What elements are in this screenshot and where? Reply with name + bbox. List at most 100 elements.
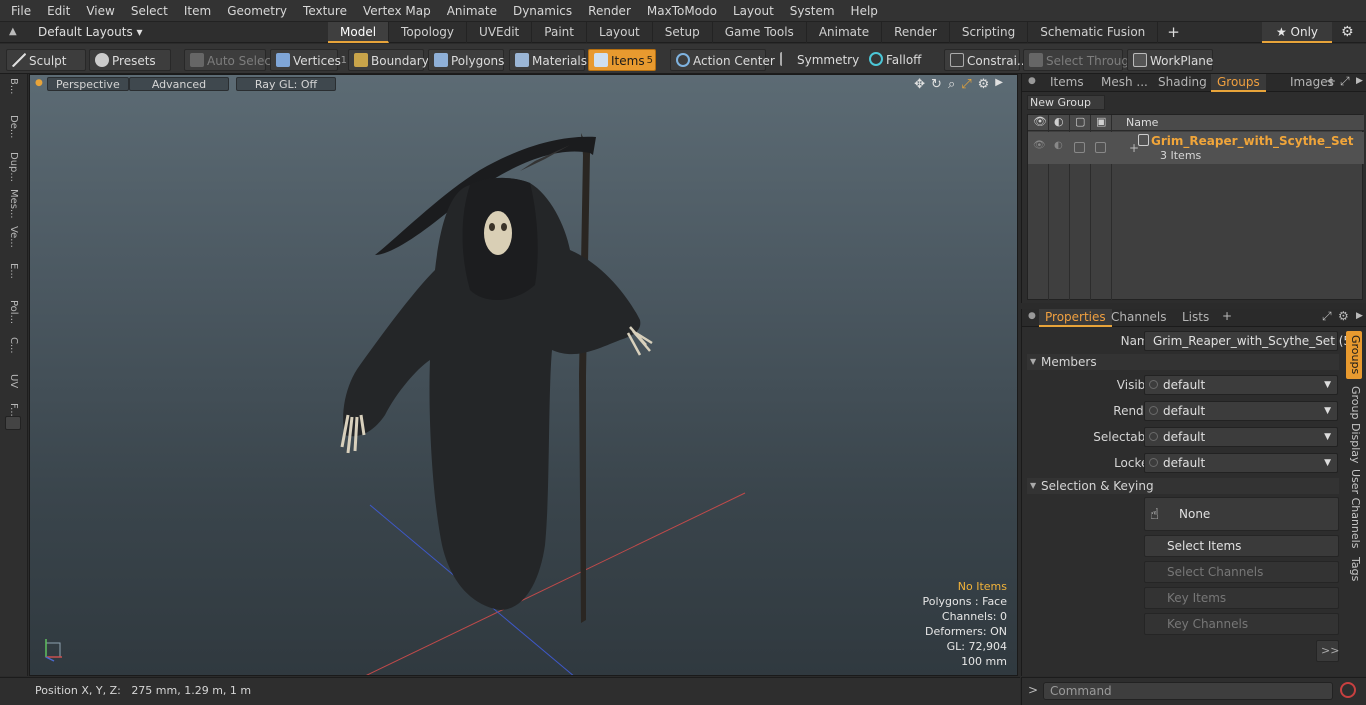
panel-arrow-icon[interactable]: ▶ bbox=[1356, 76, 1363, 86]
selection-keying-section[interactable]: ▼ Selection & Keying bbox=[1027, 478, 1339, 494]
side-tab-user-channels[interactable]: User Channels bbox=[1346, 469, 1362, 549]
tab-render[interactable]: Render bbox=[882, 22, 950, 43]
tab-lists[interactable]: Lists bbox=[1176, 309, 1215, 327]
view-settings-icon[interactable]: ⚙ bbox=[978, 77, 990, 92]
properties-menu-icon[interactable]: ● bbox=[1028, 311, 1036, 321]
add-tab-icon[interactable]: + bbox=[1158, 22, 1189, 43]
left-tab-0[interactable]: B... bbox=[5, 78, 19, 94]
left-strip-toggle[interactable] bbox=[5, 416, 21, 430]
zoom-view-icon[interactable]: ⌕ bbox=[948, 77, 955, 92]
left-tab-6[interactable]: Pol... bbox=[5, 300, 19, 324]
key-items-button[interactable]: Key Items bbox=[1144, 587, 1339, 609]
row-lock-checkbox[interactable] bbox=[1095, 142, 1106, 153]
left-tab-1[interactable]: De... bbox=[5, 115, 19, 138]
boundary-button[interactable]: Boundary bbox=[348, 49, 429, 71]
menu-item-item[interactable]: Item bbox=[176, 0, 219, 22]
tab-properties[interactable]: Properties bbox=[1039, 309, 1112, 327]
left-tab-7[interactable]: C... bbox=[5, 337, 19, 354]
menu-item-render[interactable]: Render bbox=[580, 0, 639, 22]
perspective-dropdown[interactable]: Perspective bbox=[47, 77, 129, 91]
falloff-button[interactable]: Falloff bbox=[864, 49, 938, 71]
side-tab-groups[interactable]: Groups bbox=[1346, 331, 1362, 379]
visible-dropdown[interactable]: default ▼ bbox=[1144, 375, 1338, 395]
select-items-button[interactable]: Select Items bbox=[1144, 535, 1339, 557]
advanced-dropdown[interactable]: Advanced bbox=[129, 77, 229, 91]
expand-properties-icon[interactable]: ⤢ bbox=[1322, 309, 1332, 324]
tab-animate[interactable]: Animate bbox=[807, 22, 883, 43]
menu-item-layout[interactable]: Layout bbox=[725, 0, 782, 22]
row-render-icon[interactable]: ◐ bbox=[1054, 140, 1063, 151]
panel-menu-icon[interactable]: ● bbox=[1028, 76, 1036, 86]
items-button[interactable]: Items 5 bbox=[588, 49, 656, 71]
key-channels-button[interactable]: Key Channels bbox=[1144, 613, 1339, 635]
render-dropdown[interactable]: default ▼ bbox=[1144, 401, 1338, 421]
record-icon[interactable] bbox=[1340, 682, 1356, 698]
tab-schematic-fusion[interactable]: Schematic Fusion bbox=[1028, 22, 1159, 43]
rotate-view-icon[interactable]: ↻ bbox=[931, 77, 942, 92]
gear-icon[interactable]: ⚙ bbox=[1341, 24, 1354, 40]
menu-item-maxtomodo[interactable]: MaxToModo bbox=[639, 0, 725, 22]
menu-item-file[interactable]: File bbox=[0, 0, 39, 22]
tab-paint[interactable]: Paint bbox=[532, 22, 587, 43]
expand-panel-icon[interactable]: ⤢ bbox=[1340, 74, 1350, 89]
move-view-icon[interactable]: ✥ bbox=[914, 77, 925, 92]
add-properties-tab-icon[interactable]: + bbox=[1222, 309, 1232, 323]
properties-arrow-icon[interactable]: ▶ bbox=[1356, 311, 1363, 321]
menu-item-texture[interactable]: Texture bbox=[295, 0, 355, 22]
action-center-button[interactable]: Action Center bbox=[670, 49, 775, 71]
tab-model[interactable]: Model bbox=[328, 22, 390, 43]
more-button[interactable]: >> bbox=[1316, 640, 1339, 662]
select-through-button[interactable]: Select Through bbox=[1023, 49, 1137, 71]
menu-item-dynamics[interactable]: Dynamics bbox=[505, 0, 580, 22]
layout-arrow-icon[interactable]: ▲ bbox=[9, 26, 21, 38]
left-tab-5[interactable]: E... bbox=[5, 263, 19, 279]
left-tab-2[interactable]: Dup... bbox=[5, 152, 19, 182]
left-tab-8[interactable]: UV bbox=[5, 374, 19, 388]
properties-gear-icon[interactable]: ⚙ bbox=[1338, 309, 1349, 323]
side-tab-tags[interactable]: Tags bbox=[1346, 553, 1362, 585]
tab-uvedit[interactable]: UVEdit bbox=[467, 22, 533, 43]
constraints-button[interactable]: Constrai... bbox=[944, 49, 1028, 71]
default-layouts-dropdown[interactable]: Default Layouts ▾ bbox=[38, 22, 143, 43]
presets-button[interactable]: Presets bbox=[89, 49, 171, 71]
none-button[interactable]: ☝ None bbox=[1144, 497, 1339, 531]
tab-items[interactable]: Items bbox=[1044, 74, 1090, 92]
menu-item-vertex-map[interactable]: Vertex Map bbox=[355, 0, 439, 22]
left-tab-4[interactable]: Ve... bbox=[5, 226, 19, 248]
tab-shading[interactable]: Shading bbox=[1152, 74, 1213, 92]
tab-channels[interactable]: Channels bbox=[1105, 309, 1173, 327]
fit-view-icon[interactable]: ⤢ bbox=[961, 77, 971, 92]
selectable-dropdown[interactable]: default ▼ bbox=[1144, 427, 1338, 447]
tab-scripting[interactable]: Scripting bbox=[950, 22, 1029, 43]
row-visibility-icon[interactable]: 👁 bbox=[1033, 140, 1046, 151]
symmetry-button[interactable]: Symmetry bbox=[775, 49, 859, 71]
viewport-menu-icon[interactable]: ● bbox=[35, 78, 43, 88]
tab-game-tools[interactable]: Game Tools bbox=[713, 22, 807, 43]
menu-item-help[interactable]: Help bbox=[843, 0, 886, 22]
raygl-dropdown[interactable]: Ray GL: Off bbox=[236, 77, 336, 91]
menu-item-system[interactable]: System bbox=[782, 0, 843, 22]
left-tab-9[interactable]: F... bbox=[5, 403, 19, 417]
sculpt-button[interactable]: Sculpt bbox=[6, 49, 86, 71]
materials-button[interactable]: Materials bbox=[509, 49, 587, 71]
group-row[interactable]: 👁 ◐ + Grim_Reaper_with_Scythe_Set 3 Item… bbox=[1028, 132, 1364, 164]
vertices-button[interactable]: Vertices 1 bbox=[270, 49, 347, 71]
auto-select-button[interactable]: Auto Select bbox=[184, 49, 276, 71]
menu-item-animate[interactable]: Animate bbox=[439, 0, 505, 22]
menu-item-select[interactable]: Select bbox=[123, 0, 176, 22]
row-select-checkbox[interactable] bbox=[1074, 142, 1085, 153]
menu-item-view[interactable]: View bbox=[78, 0, 122, 22]
command-input[interactable]: Command bbox=[1043, 682, 1333, 700]
expand-arrow-icon[interactable]: ▶ bbox=[995, 77, 1003, 92]
only-toggle[interactable]: ★ Only bbox=[1262, 22, 1332, 43]
side-tab-group-display[interactable]: Group Display bbox=[1346, 385, 1362, 465]
menu-item-geometry[interactable]: Geometry bbox=[219, 0, 295, 22]
polygons-button[interactable]: Polygons bbox=[428, 49, 504, 71]
group-name-field[interactable]: Grim_Reaper_with_Scythe_Set (5) bbox=[1144, 331, 1356, 351]
tab-topology[interactable]: Topology bbox=[389, 22, 468, 43]
add-tab-icon[interactable]: + bbox=[1326, 74, 1336, 88]
members-section[interactable]: ▼ Members bbox=[1027, 354, 1339, 370]
new-group-button[interactable]: New Group bbox=[1027, 95, 1105, 110]
menu-item-edit[interactable]: Edit bbox=[39, 0, 78, 22]
tab-layout[interactable]: Layout bbox=[587, 22, 653, 43]
